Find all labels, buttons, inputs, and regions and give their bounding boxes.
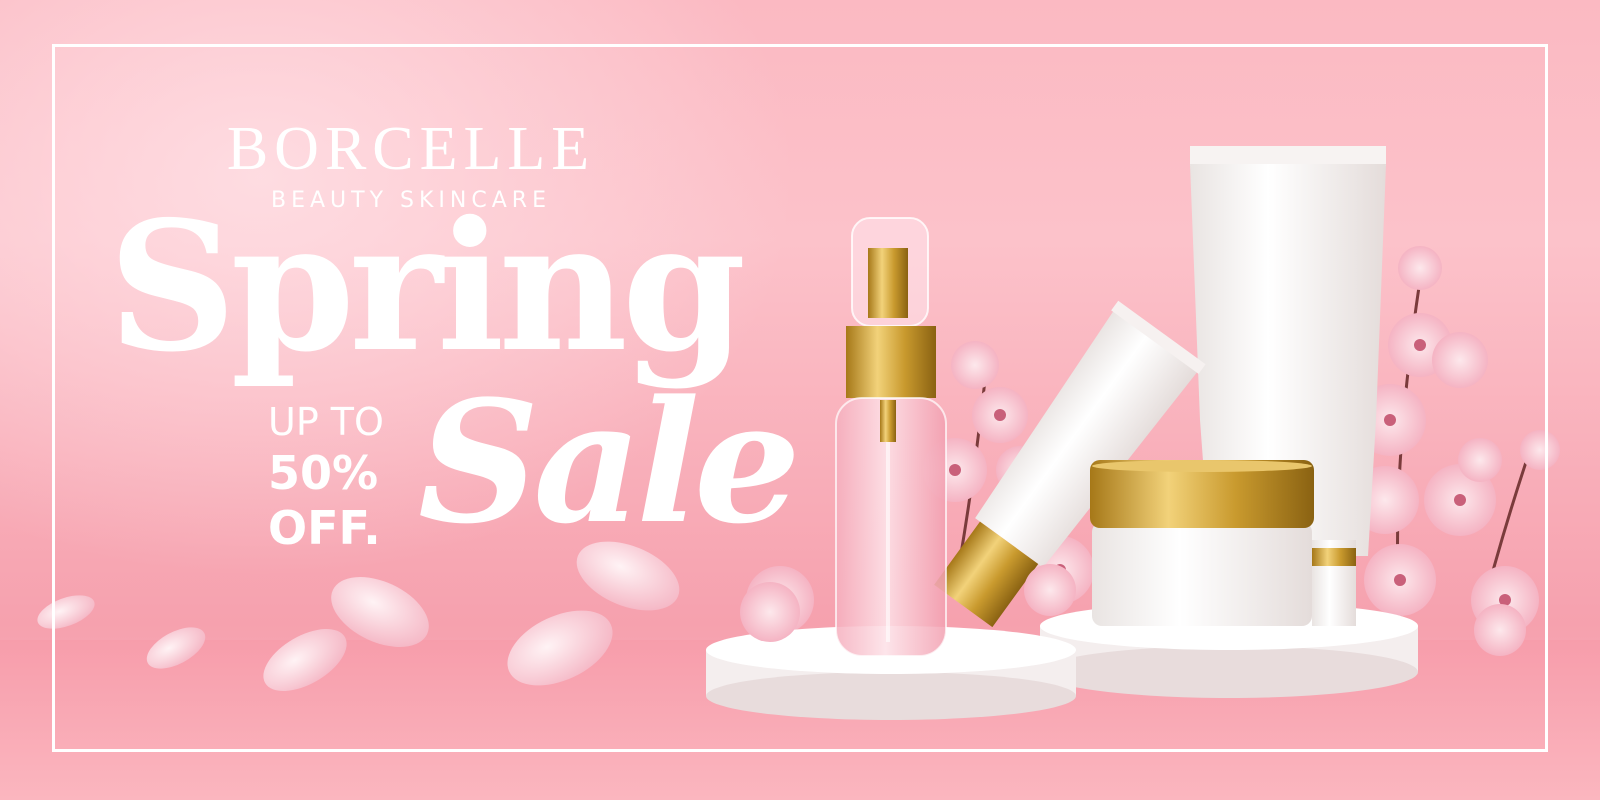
headline-spring: Spring	[108, 182, 746, 391]
headline-sale: Sale	[418, 363, 801, 561]
discount-up-to: UP TO	[268, 400, 384, 444]
promo-banner: BORCELLE BEAUTY SKINCARE Spring UP TO 50…	[0, 0, 1600, 800]
discount-percent: 50%	[268, 446, 379, 500]
discount-off: OFF.	[268, 501, 381, 555]
brand-name: BORCELLE	[226, 115, 596, 183]
